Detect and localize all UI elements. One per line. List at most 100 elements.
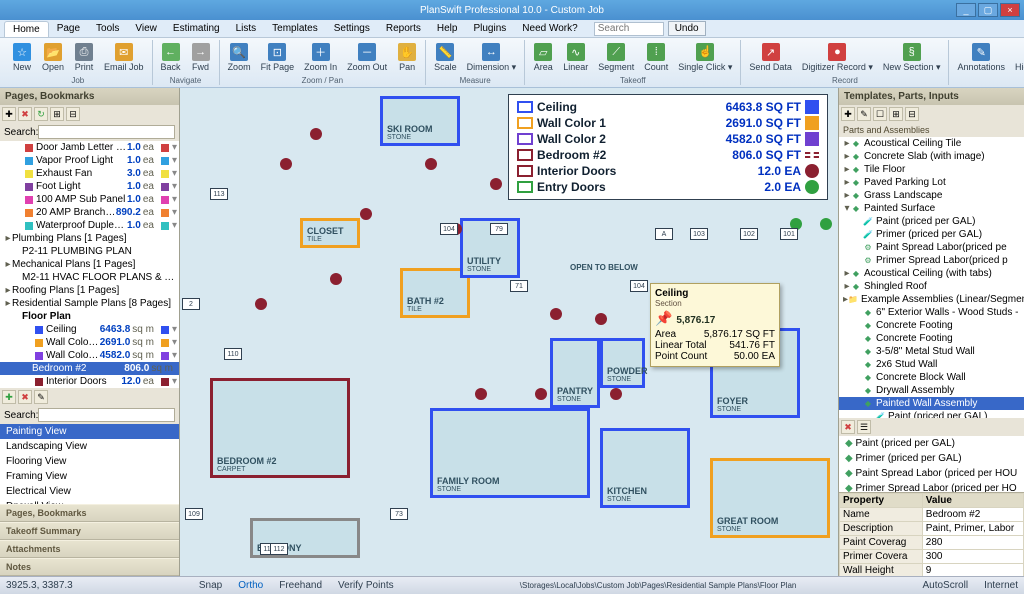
parts-item[interactable]: ▸◆Acoustical Ceiling (with tabs) [839,267,1024,280]
ribbon-zoom-in-button[interactable]: ＋Zoom In [299,40,342,75]
ribbon-email-job-button[interactable]: ✉Email Job [99,40,149,75]
parts-list-item[interactable]: ◆ Primer (priced per GAL) [839,451,1024,466]
views-search-input[interactable] [38,408,175,422]
pages-tree[interactable]: Door Jamb Letter Light Switch1.0ea▾Vapor… [0,141,179,388]
menu-reports[interactable]: Reports [378,21,429,36]
collapse-button[interactable]: ⊟ [66,107,80,121]
views-list[interactable]: Painting ViewLandscaping ViewFlooring Vi… [0,424,179,504]
parts-item[interactable]: ◆Concrete Footing [839,319,1024,332]
templates-collapse-button[interactable]: ⊟ [905,107,919,121]
freehand-toggle[interactable]: Freehand [279,580,322,591]
parts-item[interactable]: ▸◆Grass Landscape [839,189,1024,202]
tab-attachments[interactable]: Attachments [0,540,179,558]
parts-list-item[interactable]: ◆ Paint (priced per GAL) [839,436,1024,451]
snap-toggle[interactable]: Snap [199,580,222,591]
menu-home[interactable]: Home [4,21,49,37]
property-row[interactable]: Wall Height9 [840,564,1024,577]
ribbon-new-button[interactable]: ☆New [7,40,37,75]
ortho-toggle[interactable]: Ortho [238,580,263,591]
property-row[interactable]: Paint Coverag280 [840,536,1024,550]
tree-item[interactable]: ▸Residential Sample Plans [8 Pages] [0,297,179,310]
menu-plugins[interactable]: Plugins [465,21,514,36]
ribbon-new-section--button[interactable]: §New Section ▾ [878,40,946,75]
parts-item[interactable]: ▸◆Acoustical Ceiling Tile [839,137,1024,150]
ribbon-scale-button[interactable]: 📏Scale [429,40,462,75]
tree-item[interactable]: ▸Mechanical Plans [1 Pages] [0,258,179,271]
ribbon-back-button[interactable]: ←Back [156,40,186,75]
menu-help[interactable]: Help [429,21,466,36]
parts-list-item[interactable]: ◆ Paint Spread Labor (priced per HOU [839,466,1024,481]
ribbon-digitizer-record--button[interactable]: ●Digitizer Record ▾ [797,40,878,75]
property-row[interactable]: Primer Covera300 [840,550,1024,564]
interior-door-marker[interactable] [280,158,292,170]
parts-item[interactable]: ◆Drywall Assembly [839,384,1024,397]
parts-item[interactable]: ◆Concrete Block Wall [839,371,1024,384]
tree-item[interactable]: Wall Color 24582.0sq m▾ [0,349,179,362]
tree-item[interactable]: Bedroom #2806.0sq m [0,362,179,375]
floor-plan-canvas[interactable]: SKI ROOMSTONECLOSETTILEBATH #2TILEBEDROO… [180,88,838,576]
parts-list-item[interactable]: ◆ Primer Spread Labor (priced per HO [839,481,1024,492]
tree-item[interactable]: Vapor Proof Light1.0ea▾ [0,154,179,167]
menu-view[interactable]: View [127,21,165,36]
ribbon-annotations-button[interactable]: ✎Annotations [952,40,1010,75]
verify-toggle[interactable]: Verify Points [338,580,394,591]
tree-item[interactable]: P2-11 PLUMBING PLAN [0,245,179,258]
parts-item[interactable]: ⚙Paint Spread Labor(priced pe [839,241,1024,254]
tab-takeoff-summary[interactable]: Takeoff Summary [0,522,179,540]
tree-item[interactable]: Ceiling6463.8sq m▾ [0,323,179,336]
parts-item[interactable]: ◆Concrete Footing [839,332,1024,345]
parts-item[interactable]: ▸◆Tile Floor [839,163,1024,176]
view-item[interactable]: Painting View [0,424,179,439]
tree-item[interactable]: ▸Plumbing Plans [1 Pages] [0,232,179,245]
interior-door-marker[interactable] [475,388,487,400]
room-kitchen[interactable]: KITCHENSTONE [600,428,690,508]
menu-templates[interactable]: Templates [264,21,326,36]
tree-item[interactable]: Exhaust Fan3.0ea▾ [0,167,179,180]
interior-door-marker[interactable] [595,313,607,325]
parts-item[interactable]: ▸◆Shingled Roof [839,280,1024,293]
templates-expand-button[interactable]: ⊞ [889,107,903,121]
menu-estimating[interactable]: Estimating [165,21,228,36]
tree-item[interactable]: 100 AMP Sub Panel1.0ea▾ [0,193,179,206]
ribbon-area-button[interactable]: ▱Area [528,40,558,75]
interior-door-marker[interactable] [330,273,342,285]
tree-item[interactable]: Interior Doors12.0ea▾ [0,375,179,388]
ribbon-fwd-button[interactable]: →Fwd [186,40,216,75]
room-ski-room[interactable]: SKI ROOMSTONE [380,96,460,146]
parts-item[interactable]: 🧪Paint (priced per GAL) [839,215,1024,228]
parts-tree[interactable]: ▸◆Acoustical Ceiling Tile▸◆Concrete Slab… [839,137,1024,418]
list-delete-button[interactable]: ✖ [841,420,855,434]
room-pantry[interactable]: PANTRYSTONE [550,338,600,408]
parts-item[interactable]: ◆3-5/8" Metal Stud Wall [839,345,1024,358]
view-item[interactable]: Electrical View [0,484,179,499]
ribbon-highlighter-button[interactable]: ▬Highlighter [1010,40,1024,75]
parts-item[interactable]: ◆2x6 Stud Wall [839,358,1024,371]
property-grid[interactable]: PropertyValueNameBedroom #2DescriptionPa… [839,492,1024,576]
menu-page[interactable]: Page [49,21,88,36]
tree-item[interactable]: M2-11 HVAC FLOOR PLANS & T-24 [0,271,179,284]
parts-item[interactable]: ◆6" Exterior Walls - Wood Studs - [839,306,1024,319]
maximize-button[interactable]: ▢ [978,3,998,17]
interior-door-marker[interactable] [255,298,267,310]
tab-pages-bookmarks[interactable]: Pages, Bookmarks [0,504,179,522]
menu-need-work-[interactable]: Need Work? [514,21,585,36]
list-props-button[interactable]: ☰ [857,420,871,434]
property-row[interactable]: DescriptionPaint, Primer, Labor [840,522,1024,536]
parts-item[interactable]: ⚙Primer Spread Labor(priced p [839,254,1024,267]
interior-door-marker[interactable] [425,158,437,170]
global-search-input[interactable] [594,22,664,36]
tree-item[interactable]: Wall Color 12691.0sq m▾ [0,336,179,349]
tree-item[interactable]: 20 AMP Branch Wiring890.2ea▾ [0,206,179,219]
views-delete-button[interactable]: ✖ [18,390,32,404]
add-button[interactable]: ✚ [2,107,16,121]
view-item[interactable]: Landscaping View [0,439,179,454]
tree-item[interactable]: Door Jamb Letter Light Switch1.0ea▾ [0,141,179,154]
views-add-button[interactable]: ✚ [2,390,16,404]
ribbon-zoom-button[interactable]: 🔍Zoom [223,40,256,75]
ribbon-send-data-button[interactable]: ↗Send Data [744,40,797,75]
ribbon-zoom-out-button[interactable]: －Zoom Out [342,40,392,75]
ribbon-fit-page-button[interactable]: ⊡Fit Page [256,40,300,75]
undo-button[interactable]: Undo [668,21,706,36]
view-item[interactable]: Flooring View [0,454,179,469]
left-search-input[interactable] [38,125,175,139]
